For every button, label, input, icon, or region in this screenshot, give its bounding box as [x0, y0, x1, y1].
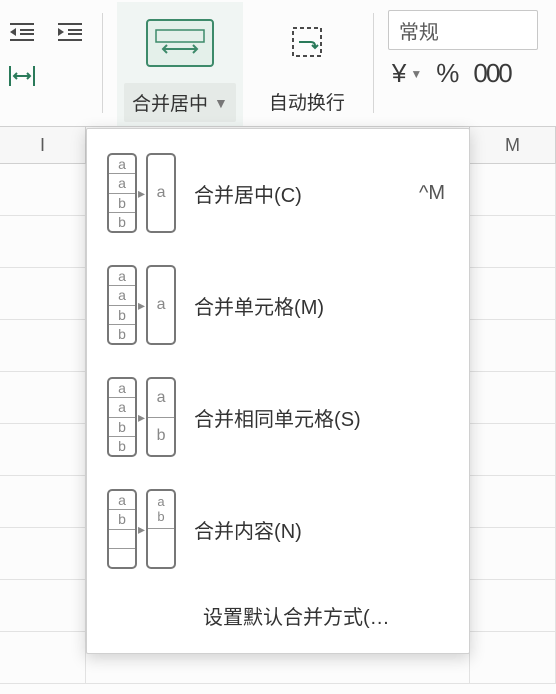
number-format-group: 常规 ¥ ▼ % 000 [388, 2, 538, 89]
distribute-horizontal-button[interactable] [4, 58, 40, 94]
menu-item-default-merge-mode[interactable]: 设置默认合并方式(… [87, 585, 469, 645]
merge-same-diagram-icon: aabb ▸ ab [107, 377, 176, 457]
indent-increase-button[interactable] [52, 14, 88, 50]
menu-item-merge-cells[interactable]: aabb ▸ a 合并单元格(M) [87, 249, 469, 361]
menu-item-label: 合并内容(N) [194, 515, 449, 544]
indent-decrease-icon [8, 20, 36, 44]
thousands-format-button[interactable]: 000 [473, 58, 510, 89]
grid-cell[interactable] [0, 632, 86, 683]
menu-item-label: 合并单元格(M) [194, 291, 449, 320]
ribbon-toolbar: 合并居中 ▼ 自动换行 常规 ¥ ▼ % 000 [0, 0, 556, 126]
grid-cell[interactable] [470, 268, 556, 319]
grid-cell[interactable] [0, 268, 86, 319]
number-format-value: 常规 [399, 16, 439, 45]
chevron-down-icon: ▼ [214, 95, 228, 111]
grid-cell[interactable] [470, 164, 556, 215]
currency-symbol: ¥ [392, 58, 406, 89]
grid-cell[interactable] [0, 476, 86, 527]
grid-cell[interactable] [0, 216, 86, 267]
menu-item-shortcut: ^M [419, 182, 449, 205]
merge-center-label-row: 合并居中 ▼ [124, 83, 236, 122]
column-header[interactable]: I [0, 127, 86, 163]
menu-item-merge-same[interactable]: aabb ▸ ab 合并相同单元格(S) [87, 361, 469, 473]
toolbar-divider-2 [373, 13, 374, 113]
menu-item-label: 合并居中(C) [194, 179, 401, 208]
menu-item-merge-center[interactable]: aabb ▸ a 合并居中(C) ^M [87, 137, 469, 249]
menu-item-merge-content[interactable]: ab ▸ ab 合并内容(N) [87, 473, 469, 585]
format-buttons-row: ¥ ▼ % 000 [388, 58, 538, 89]
merge-center-diagram-icon: aabb ▸ a [107, 153, 176, 233]
grid-cell[interactable] [470, 632, 556, 683]
grid-cell[interactable] [0, 372, 86, 423]
grid-cell[interactable] [0, 528, 86, 579]
number-format-dropdown[interactable]: 常规 [388, 10, 538, 50]
grid-cell[interactable] [470, 580, 556, 631]
thousands-symbol: 000 [473, 58, 510, 89]
indent-group [4, 2, 40, 106]
wrap-text-label: 自动换行 [261, 82, 353, 121]
menu-item-label: 设置默认合并方式(… [203, 601, 449, 630]
percent-format-button[interactable]: % [436, 58, 459, 89]
merge-center-dropdown-button[interactable]: 合并居中 ▼ [117, 2, 243, 127]
percent-symbol: % [436, 58, 459, 89]
grid-cell[interactable] [470, 476, 556, 527]
merge-cells-diagram-icon: aabb ▸ a [107, 265, 176, 345]
spacer-button [52, 58, 88, 94]
distribute-horizontal-icon [8, 64, 36, 88]
grid-cell[interactable] [470, 424, 556, 475]
grid-cell[interactable] [470, 372, 556, 423]
indent-group-2 [52, 2, 88, 106]
grid-cell[interactable] [470, 216, 556, 267]
wrap-text-button[interactable]: 自动换行 [255, 2, 359, 125]
grid-cell[interactable] [0, 320, 86, 371]
grid-cell[interactable] [470, 528, 556, 579]
merge-center-label: 合并居中 [132, 89, 208, 116]
indent-decrease-button[interactable] [4, 14, 40, 50]
merge-content-diagram-icon: ab ▸ ab [107, 489, 176, 569]
grid-cell[interactable] [470, 320, 556, 371]
wrap-text-icon [283, 18, 331, 66]
merge-dropdown-menu: aabb ▸ a 合并居中(C) ^M aabb ▸ a 合并单元格(M) aa… [86, 128, 470, 654]
grid-cell[interactable] [0, 164, 86, 215]
menu-item-label: 合并相同单元格(S) [194, 403, 449, 432]
toolbar-divider [102, 13, 103, 113]
chevron-down-icon: ▼ [410, 67, 422, 81]
currency-format-button[interactable]: ¥ ▼ [392, 58, 422, 89]
grid-cell[interactable] [0, 424, 86, 475]
column-header[interactable]: M [470, 127, 556, 163]
indent-increase-icon [56, 20, 84, 44]
grid-cell[interactable] [0, 580, 86, 631]
merge-center-icon [146, 19, 214, 67]
